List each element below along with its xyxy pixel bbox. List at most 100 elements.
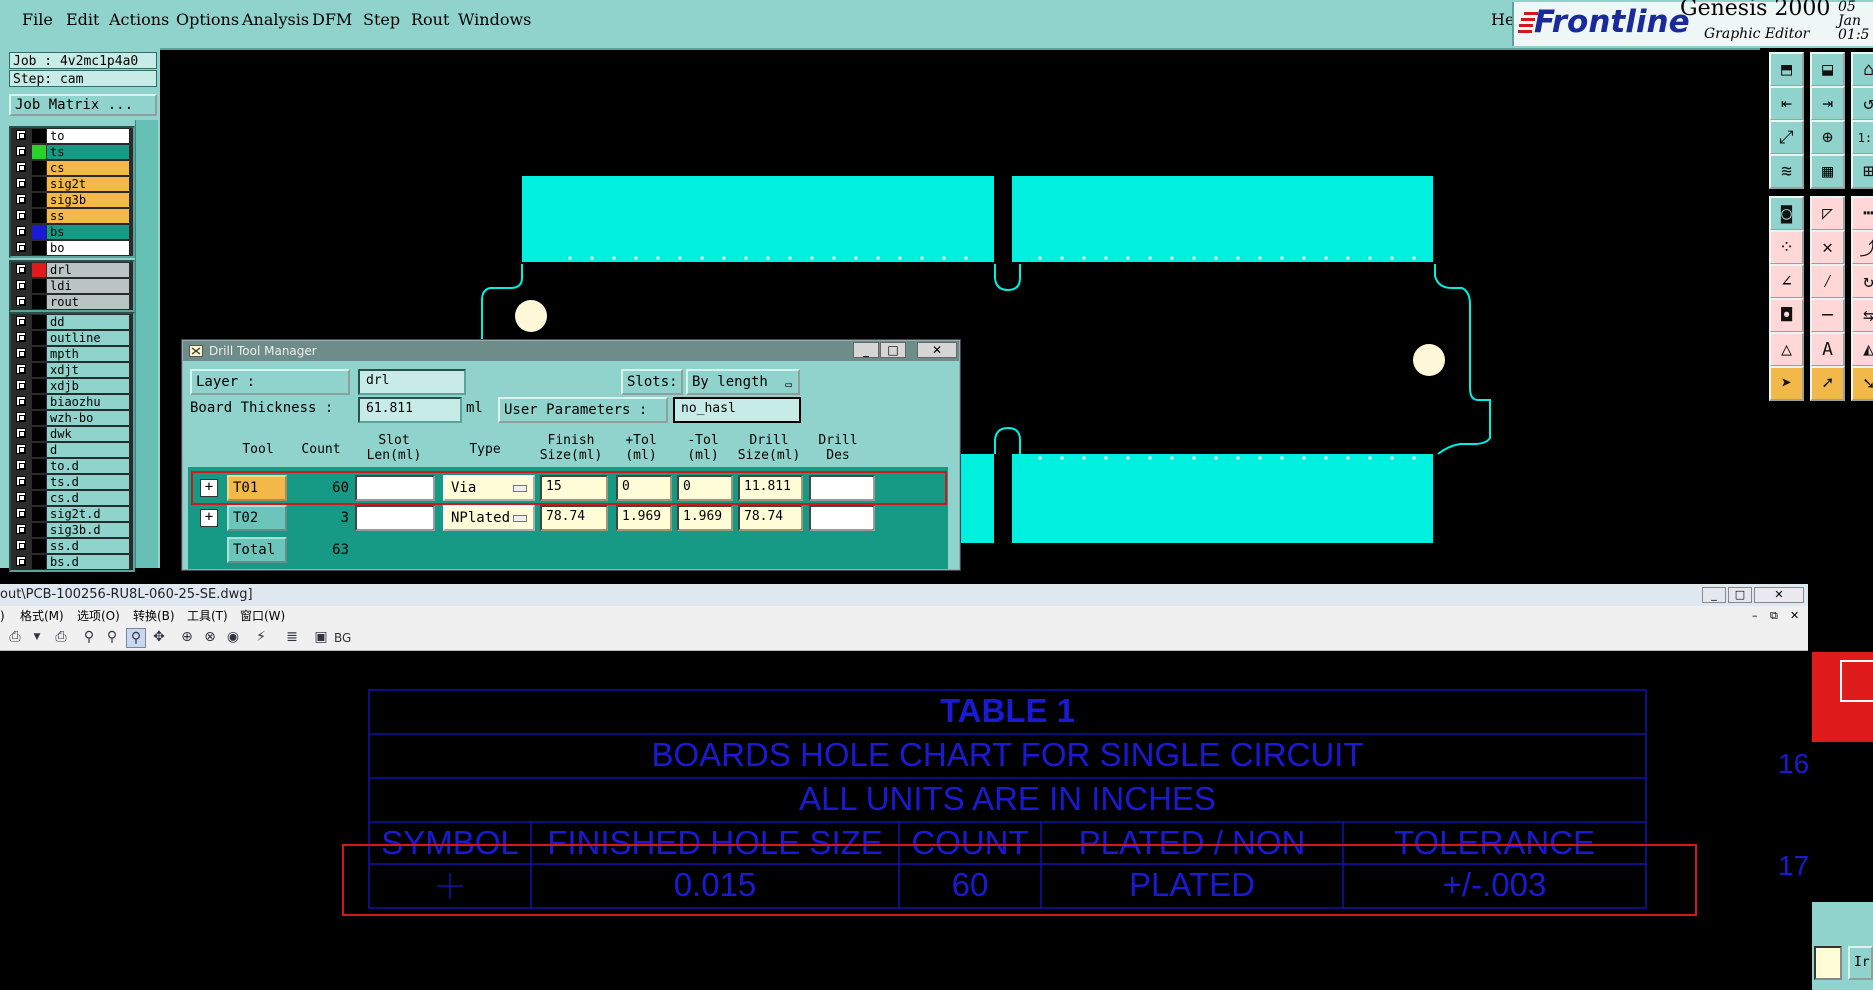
layer-name[interactable]: bs [47,225,129,239]
background-icon[interactable]: ▣ [312,628,330,646]
layer-name[interactable]: ss.d [47,539,129,553]
layer-name[interactable]: xdjb [47,379,129,393]
layer-color-swatch[interactable] [32,263,46,277]
layer-color-swatch[interactable] [32,161,46,175]
layer-color-swatch[interactable] [32,427,46,441]
expand-row-icon[interactable]: + [200,509,218,527]
layer-row-d[interactable]: d [11,442,133,458]
layer-row-xdjb[interactable]: xdjb [11,378,133,394]
layer-color-swatch[interactable] [32,411,46,425]
layer-color-swatch[interactable] [32,507,46,521]
layer-row-sig3b[interactable]: sig3b [11,192,133,208]
grid-icon[interactable]: ▦ [1810,154,1845,189]
layer-name[interactable]: wzh-bo [47,411,129,425]
menu-edit[interactable]: Edit [66,10,99,29]
layer-color-swatch[interactable] [32,315,46,329]
menu-actions[interactable]: Actions [109,10,169,29]
layer-row-to-d[interactable]: to.d [11,458,133,474]
board-thickness-field[interactable]: 61.811 [358,397,462,423]
layer-color-swatch[interactable] [32,331,46,345]
layer-row-xdjt[interactable]: xdjt [11,362,133,378]
cad-menu-paren[interactable]: ) [0,606,5,626]
zoom-out-icon[interactable]: ⚲ [80,628,98,646]
layer-checkbox[interactable] [16,540,26,550]
layer-name[interactable]: bo [47,241,129,255]
layer-color-swatch[interactable] [32,279,46,293]
layer-row-biaozhu[interactable]: biaozhu [11,394,133,410]
drill-des-input[interactable] [809,505,875,531]
close-button[interactable]: ✕ [917,342,957,358]
chevron-down-icon[interactable]: ▼ [28,628,46,646]
layer-checkbox[interactable] [16,396,26,406]
job-matrix-button[interactable]: Job Matrix ... [9,94,157,116]
layer-checkbox[interactable] [16,492,26,502]
cad-menu-tools[interactable]: 工具(T) [187,606,228,626]
zoom-icon[interactable]: ⊕ [1810,120,1845,155]
menu-windows[interactable]: Windows [458,10,531,29]
orbit-icon[interactable]: ◉ [224,628,242,646]
layer-name[interactable]: mpth [47,347,129,361]
user-parameters-field[interactable]: no_hasl [673,397,801,423]
printer-icon[interactable]: ⎙ [52,628,70,646]
layer-name[interactable]: drl [47,263,129,277]
layer-name[interactable]: cs [47,161,129,175]
layer-name[interactable]: sig3b.d [47,523,129,537]
layer-name[interactable]: ts.d [47,475,129,489]
layer-color-swatch[interactable] [32,459,46,473]
side-input[interactable] [1814,946,1842,980]
layer-color-swatch[interactable] [32,145,46,159]
layer-row-cs-d[interactable]: cs.d [11,490,133,506]
layer-row-drl[interactable]: drl [11,262,133,278]
minimize-button[interactable]: _ [853,342,879,358]
snap-icon[interactable]: ⊞ [1851,154,1873,189]
layer-row-dd[interactable]: dd [11,314,133,330]
menu-step[interactable]: Step [363,10,400,29]
layer-color-swatch[interactable] [32,395,46,409]
connect-icon[interactable]: ⤴ [1851,230,1873,265]
cad-minimize-button[interactable]: _ [1702,587,1726,603]
layer-checkbox[interactable] [16,210,26,220]
layer-row-bs[interactable]: bs [11,224,133,240]
layer-checkbox[interactable] [16,162,26,172]
home-icon[interactable]: ⌂ [1851,52,1873,87]
layer-name[interactable]: biaozhu [47,395,129,409]
zoom-previous-icon[interactable]: ⊗ [201,628,219,646]
type-dropdown[interactable]: NPlated [443,505,535,531]
layer-row-sig2t-d[interactable]: sig2t.d [11,506,133,522]
layer-name[interactable]: dwk [47,427,129,441]
layers-icon[interactable]: ≣ [283,628,301,646]
layer-name[interactable]: d [47,443,129,457]
layer-row-outline[interactable]: outline [11,330,133,346]
plus-tol-input[interactable]: 1.969 [616,505,672,531]
layer-color-swatch[interactable] [32,295,46,309]
zoom-in-icon[interactable]: ⚲ [103,628,121,646]
pointer-edit-icon[interactable]: ➘ [1851,366,1873,401]
print-preview-icon[interactable]: ⎙ [6,628,24,646]
cad-maximize-button[interactable]: □ [1728,587,1752,603]
cad-menu-format[interactable]: 格式(M) [20,606,64,626]
undo-icon[interactable]: ↺ [1851,86,1873,121]
measure-icon[interactable]: ┅ [1851,196,1873,231]
layer-checkbox[interactable] [16,242,26,252]
cross-icon[interactable]: ✕ [1810,230,1845,265]
triangle-edit-icon[interactable]: ◭ [1851,332,1873,367]
layer-checkbox[interactable] [16,264,26,274]
layer-color-swatch[interactable] [32,491,46,505]
layer-name[interactable]: sig3b [47,193,129,207]
drill-tool-manager-titlebar[interactable]: Drill Tool Manager [183,341,959,361]
zoom-extents-icon[interactable]: ⊕ [178,628,196,646]
layer-name[interactable]: rout [47,295,129,309]
layer-checkbox[interactable] [16,476,26,486]
triangle-icon[interactable]: △ [1769,332,1804,367]
layer-checkbox[interactable] [16,178,26,188]
regen-icon[interactable]: ⚡ [252,628,270,646]
slot-len-input[interactable] [355,505,435,531]
layer-row-to[interactable]: to [11,128,133,144]
layer-color-swatch[interactable] [32,379,46,393]
layer-row-mpth[interactable]: mpth [11,346,133,362]
arc-icon[interactable]: ↻ [1851,264,1873,299]
layer-name[interactable]: cs.d [47,491,129,505]
layers-icon[interactable]: ≋ [1769,154,1804,189]
layer-color-swatch[interactable] [32,539,46,553]
window-menu-icon[interactable] [189,345,203,357]
